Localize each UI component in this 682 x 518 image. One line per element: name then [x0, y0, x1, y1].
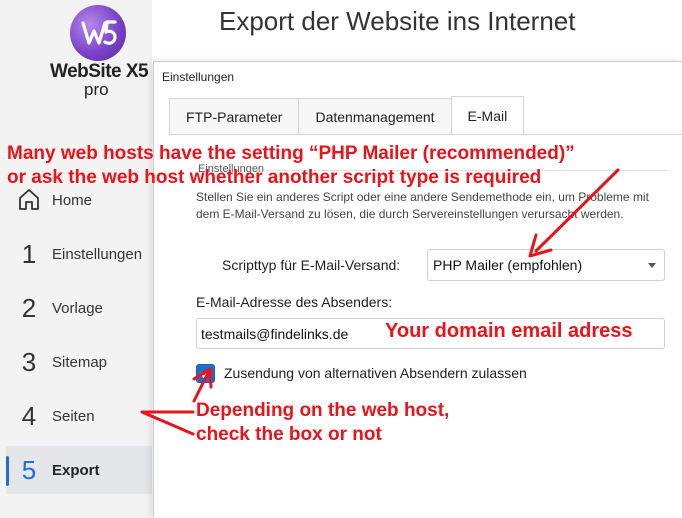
logo-badge-icon [70, 5, 126, 61]
sidebar-item-export[interactable]: 5 Export [6, 446, 152, 494]
annotation-line: Many web hosts have the setting “PHP Mai… [7, 143, 575, 164]
page-title: Export der Website ins Internet [219, 6, 576, 36]
annotation-line: check the box or not [196, 424, 382, 445]
sidebar-item-seiten[interactable]: 4 Seiten [6, 392, 152, 440]
active-indicator [6, 456, 9, 486]
tab-ftp-parameter[interactable]: FTP-Parameter [169, 98, 300, 134]
annotation-script-type: Many web hosts have the setting “PHP Mai… [7, 142, 575, 190]
annotation-domain-email: Your domain email adress [385, 320, 633, 342]
annotation-checkbox: Depending on the web host, check the box… [196, 399, 449, 447]
sidebar-item-label: Einstellungen [52, 245, 143, 263]
tab-email[interactable]: E-Mail [450, 96, 525, 134]
alternative-senders-label: Zusendung von alternativen Absendern zul… [224, 365, 527, 381]
tab-datenmanagement[interactable]: Datenmanagement [298, 98, 452, 134]
annotation-line: or ask the web host whether another scri… [7, 167, 542, 188]
step-number: 5 [21, 454, 37, 485]
step-number: 1 [21, 238, 37, 269]
step-number: 3 [21, 346, 37, 377]
sender-email-value: testmails@findelinks.de [201, 325, 349, 342]
script-type-value: PHP Mailer (empfohlen) [433, 257, 583, 273]
annotation-line: Depending on the web host, [196, 400, 450, 421]
alternative-senders-checkbox[interactable] [196, 364, 215, 383]
app-logo: WebSite X5 pro [0, 0, 152, 110]
sidebar-item-sitemap[interactable]: 3 Sitemap [6, 338, 152, 386]
sidebar: WebSite X5 pro Home 1 Einstellungen 2 Vo… [0, 0, 152, 518]
logo-edition: pro [84, 80, 109, 99]
step-number: 2 [21, 292, 37, 323]
tab-bar: FTP-Parameter Datenmanagement E-Mail [169, 96, 525, 134]
tab-divider [169, 134, 682, 135]
dialog-title: Einstellungen [162, 70, 235, 84]
script-type-select[interactable]: PHP Mailer (empfohlen) [427, 249, 665, 281]
step-number: 4 [21, 400, 37, 431]
sidebar-item-label: Export [52, 461, 100, 479]
script-type-label: Scripttyp für E-Mail-Versand: [222, 257, 401, 273]
sidebar-item-label: Sitemap [52, 353, 108, 371]
sidebar-item-einstellungen[interactable]: 1 Einstellungen [6, 230, 152, 278]
sidebar-item-label: Home [52, 191, 93, 209]
checkmark-icon [200, 369, 211, 378]
settings-dialog: Einstellungen FTP-Parameter Datenmanagem… [153, 61, 682, 518]
chevron-down-icon [648, 263, 656, 268]
sidebar-item-label: Seiten [52, 407, 95, 425]
sidebar-item-label: Vorlage [52, 299, 103, 317]
sidebar-item-vorlage[interactable]: 2 Vorlage [6, 284, 152, 332]
sender-email-label: E-Mail-Adresse des Absenders: [196, 294, 393, 310]
settings-description: Stellen Sie ein anderes Script oder eine… [196, 190, 649, 221]
